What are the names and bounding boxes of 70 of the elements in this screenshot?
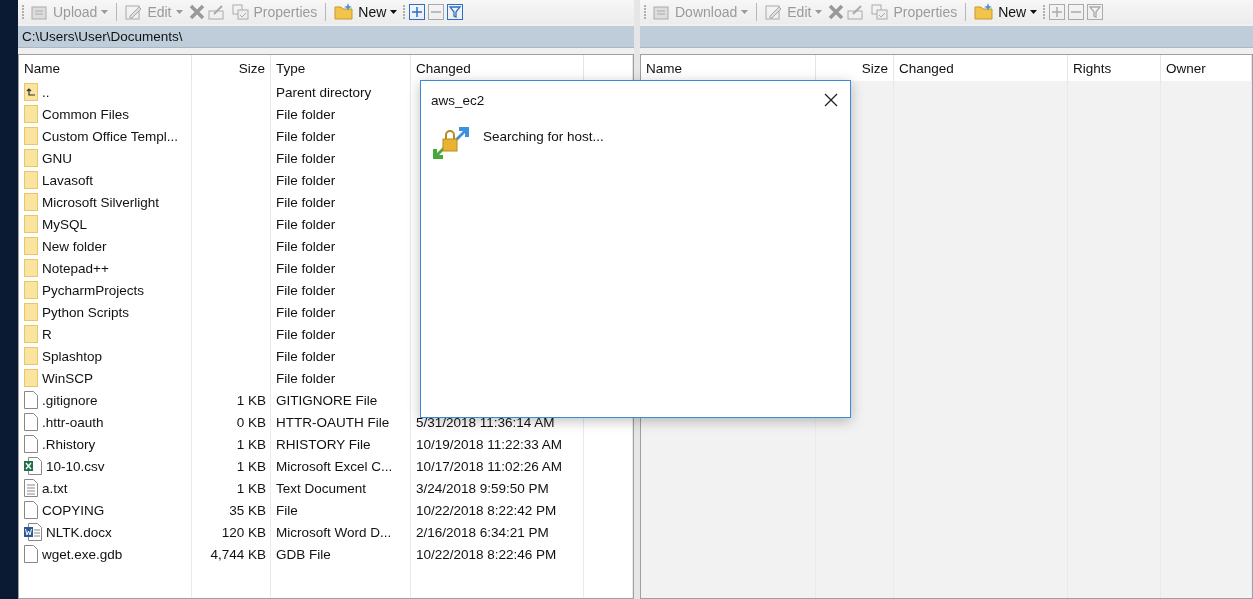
file-name[interactable]: R bbox=[42, 326, 52, 342]
table-cell: 1 KB bbox=[236, 480, 266, 496]
table-cell: File folder bbox=[276, 304, 336, 320]
file-name[interactable]: PycharmProjects bbox=[42, 282, 145, 298]
table-cell: 3/24/2018 9:59:50 PM bbox=[416, 480, 549, 496]
column-header[interactable]: Type bbox=[271, 55, 411, 81]
table-cell: Parent directory bbox=[276, 84, 372, 100]
table-cell: File folder bbox=[276, 106, 336, 122]
file-name[interactable]: .gitignore bbox=[42, 392, 98, 408]
column-header[interactable]: Owner bbox=[1161, 55, 1252, 81]
file-name[interactable]: Microsoft Silverlight bbox=[42, 194, 160, 210]
table-cell: RHISTORY File bbox=[276, 436, 371, 452]
table-cell: File folder bbox=[276, 238, 336, 254]
table-cell: File folder bbox=[276, 282, 336, 298]
table-cell: 35 KB bbox=[229, 502, 266, 518]
table-cell: Microsoft Word D... bbox=[276, 524, 392, 540]
column-header[interactable]: Changed bbox=[894, 55, 1068, 81]
column-header[interactable]: Name bbox=[19, 55, 192, 81]
file-name[interactable]: MySQL bbox=[42, 216, 87, 232]
table-cell: 10/22/2018 8:22:46 PM bbox=[416, 546, 557, 562]
table-cell: File bbox=[276, 502, 298, 518]
file-name[interactable]: Common Files bbox=[42, 106, 130, 122]
table-cell: Microsoft Excel C... bbox=[276, 458, 393, 474]
table-cell: 5/31/2018 11:36:14 AM bbox=[416, 414, 555, 430]
table-cell: File folder bbox=[276, 326, 336, 342]
file-name[interactable]: Notepad++ bbox=[42, 260, 109, 276]
column-header[interactable]: Rights bbox=[1068, 55, 1161, 81]
file-name[interactable]: Custom Office Templ... bbox=[42, 128, 179, 144]
table-cell: File folder bbox=[276, 172, 336, 188]
dialog-title: aws_ec2 bbox=[431, 92, 485, 108]
table-cell: File folder bbox=[276, 150, 336, 166]
file-name[interactable]: .. bbox=[42, 84, 50, 100]
new-button[interactable]: New bbox=[971, 0, 1041, 23]
table-cell: File folder bbox=[276, 194, 336, 210]
file-name[interactable]: WinSCP bbox=[42, 370, 93, 386]
column-header[interactable]: Size bbox=[192, 55, 271, 81]
file-name[interactable]: .Rhistory bbox=[42, 436, 96, 452]
table-cell: File folder bbox=[276, 370, 336, 386]
table-cell: 4,744 KB bbox=[210, 546, 266, 562]
file-name[interactable]: NLTK.docx bbox=[46, 524, 112, 540]
file-name[interactable]: a.txt bbox=[42, 480, 68, 496]
table-cell: 10/17/2018 11:02:26 AM bbox=[416, 458, 563, 474]
table-cell: 10/19/2018 11:22:33 AM bbox=[416, 436, 563, 452]
file-name[interactable]: Splashtop bbox=[42, 348, 103, 364]
table-cell: Text Document bbox=[276, 480, 367, 496]
file-name[interactable]: wget.exe.gdb bbox=[42, 546, 123, 562]
table-cell: 1 KB bbox=[236, 436, 266, 452]
file-name[interactable]: 10-10.csv bbox=[46, 458, 105, 474]
file-name[interactable]: New folder bbox=[42, 238, 107, 254]
table-cell: GDB File bbox=[276, 546, 331, 562]
table-cell: File folder bbox=[276, 260, 336, 276]
table-cell: HTTR-OAUTH File bbox=[276, 414, 390, 430]
file-name[interactable]: .httr-oauth bbox=[42, 414, 104, 430]
table-cell: File folder bbox=[276, 216, 336, 232]
file-name[interactable]: COPYING bbox=[42, 502, 105, 518]
file-name[interactable]: Python Scripts bbox=[42, 304, 130, 320]
table-cell: File folder bbox=[276, 128, 336, 144]
table-cell: 0 KB bbox=[236, 414, 266, 430]
path-text: C:\Users\User\Documents\ bbox=[22, 29, 183, 44]
file-name[interactable]: Lavasoft bbox=[42, 172, 94, 188]
table-cell: File folder bbox=[276, 348, 336, 364]
table-cell: 1 KB bbox=[236, 392, 266, 408]
file-name[interactable]: GNU bbox=[42, 150, 72, 166]
table-cell: 10/22/2018 8:22:42 PM bbox=[416, 502, 557, 518]
table-cell: GITIGNORE File bbox=[276, 392, 378, 408]
table-cell: 120 KB bbox=[221, 524, 266, 540]
status-message: Searching for host... bbox=[483, 129, 604, 146]
table-cell: 2/16/2018 6:34:21 PM bbox=[416, 524, 549, 540]
table-cell: 1 KB bbox=[236, 458, 266, 474]
new-button[interactable]: New bbox=[331, 0, 401, 23]
